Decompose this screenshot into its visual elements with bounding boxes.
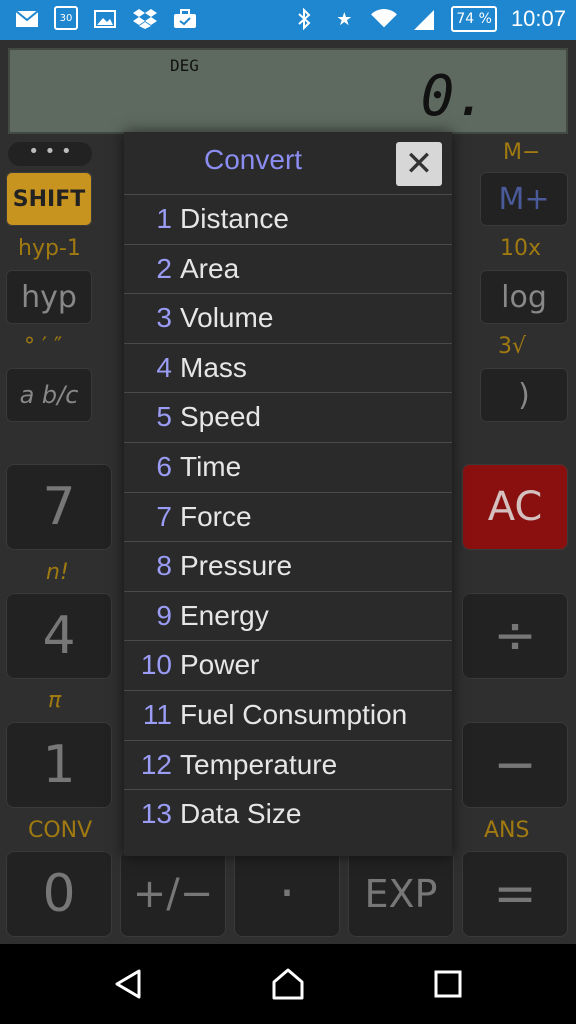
- calculator-display: DEG 0.: [8, 48, 568, 134]
- shift-button[interactable]: SHIFT: [6, 172, 92, 226]
- list-item-number: 2: [156, 252, 172, 284]
- battery-level: 74 %: [456, 11, 492, 27]
- zero-button[interactable]: 0: [6, 851, 112, 937]
- dropbox-icon: [132, 6, 158, 32]
- pi-label: π: [48, 688, 62, 713]
- fraction-button[interactable]: a b/c: [6, 368, 92, 422]
- list-item[interactable]: 12 Temperature: [124, 739, 452, 790]
- hyp-button[interactable]: hyp: [6, 270, 92, 324]
- clock: 10:07: [510, 6, 566, 31]
- list-item-label: Distance: [180, 203, 289, 234]
- list-item[interactable]: 5 Speed: [124, 392, 452, 442]
- star-icon: ★: [336, 8, 353, 30]
- ans-label: ANS: [484, 818, 530, 843]
- list-item-number: 7: [156, 500, 172, 532]
- gmail-icon: [14, 6, 40, 32]
- four-button[interactable]: 4: [6, 593, 112, 679]
- list-item-label: Data Size: [180, 798, 302, 830]
- photo-icon: [92, 6, 118, 32]
- briefcase-icon: [172, 6, 198, 32]
- cube-root-label: 3√: [498, 334, 527, 359]
- list-item[interactable]: 10 Power: [124, 640, 452, 690]
- battery-icon: 74 %: [451, 6, 497, 32]
- list-item-label: Mass: [180, 351, 247, 383]
- list-item-label: Pressure: [180, 550, 293, 582]
- list-item-label: Temperature: [180, 748, 338, 780]
- seven-button[interactable]: 7: [6, 464, 112, 550]
- list-item-number: 6: [156, 450, 172, 482]
- right-paren-button[interactable]: ): [480, 368, 568, 422]
- list-item-number: 3: [156, 302, 172, 334]
- navigation-bar: [0, 944, 576, 1024]
- calendar-day: 30: [59, 12, 73, 24]
- display-value: 0.: [420, 64, 488, 129]
- list-item-number: 5: [156, 401, 172, 433]
- list-item-number: 4: [156, 351, 172, 383]
- log-button[interactable]: log: [480, 270, 568, 324]
- signal-icon: [411, 6, 437, 32]
- menu-dots-icon[interactable]: • • •: [8, 142, 92, 166]
- list-item[interactable]: 2 Area: [124, 243, 452, 294]
- list-item[interactable]: 4 Mass: [124, 342, 452, 393]
- list-item[interactable]: 3 Volume: [124, 293, 452, 343]
- list-item-number: 11: [142, 698, 172, 730]
- list-item[interactable]: 11 Fuel Consumption: [124, 689, 452, 740]
- calendar-icon: 30: [54, 6, 78, 30]
- list-item[interactable]: 7 Force: [124, 491, 452, 542]
- deg-min-sec-label: ° ′ ″: [24, 334, 63, 359]
- exp-button[interactable]: EXP: [348, 851, 454, 937]
- divide-button[interactable]: ÷: [462, 593, 568, 679]
- list-item-number: 12: [140, 748, 172, 780]
- list-item-number: 13: [140, 798, 172, 830]
- list-item[interactable]: 13 Data Size: [124, 789, 452, 839]
- list-item-label: Speed: [180, 401, 261, 433]
- list-item-label: Time: [180, 450, 242, 482]
- m-minus-label: M−: [503, 140, 541, 165]
- list-item[interactable]: 1 Distance: [124, 194, 452, 244]
- dot-button[interactable]: ·: [234, 851, 340, 937]
- wifi-icon: [371, 6, 398, 32]
- close-icon[interactable]: ✕: [396, 142, 442, 186]
- ac-button[interactable]: AC: [462, 464, 568, 550]
- conv-label: CONV: [28, 818, 93, 843]
- factorial-label: n!: [46, 560, 69, 585]
- plus-minus-button[interactable]: +/−: [120, 851, 226, 937]
- convert-list: 1 Distance 2 Area 3 Volume 4 Mass 5 Speed 6 Time 7 Fo…: [124, 194, 452, 839]
- convert-dialog: Convert ✕ 1 Distance 2 Area 3 Volume 4 Mass 5 Spe…: [124, 132, 452, 856]
- list-item-label: Area: [180, 252, 240, 284]
- list-item-number: 9: [156, 599, 172, 631]
- list-item-number: 10: [140, 649, 172, 681]
- list-item[interactable]: 6 Time: [124, 441, 452, 492]
- list-item[interactable]: 9 Energy: [124, 590, 452, 641]
- dialog-title: Convert: [204, 144, 303, 175]
- equals-button[interactable]: =: [462, 851, 568, 937]
- home-icon[interactable]: [268, 964, 308, 1004]
- list-item-label: Power: [180, 649, 260, 681]
- recents-icon[interactable]: [428, 964, 468, 1004]
- angle-mode: DEG: [170, 56, 199, 75]
- ten-x-label: 10x: [500, 236, 542, 261]
- m-plus-button[interactable]: M+: [480, 172, 568, 226]
- list-item-number: 8: [156, 550, 172, 582]
- minus-button[interactable]: −: [462, 722, 568, 808]
- status-bar: 30 ★ 74 % 10:07: [0, 0, 576, 40]
- list-item-label: Energy: [180, 599, 269, 631]
- bluetooth-icon: [291, 6, 317, 32]
- list-item[interactable]: 8 Pressure: [124, 541, 452, 591]
- dialog-header: Convert ✕: [124, 132, 452, 194]
- list-item-label: Fuel Consumption: [180, 698, 408, 730]
- list-item-label: Force: [180, 500, 252, 532]
- list-item-label: Volume: [180, 302, 274, 334]
- one-button[interactable]: 1: [6, 722, 112, 808]
- list-item-number: 1: [156, 203, 172, 234]
- back-icon[interactable]: [108, 964, 148, 1004]
- hyp-inverse-label: hyp-1: [18, 236, 81, 261]
